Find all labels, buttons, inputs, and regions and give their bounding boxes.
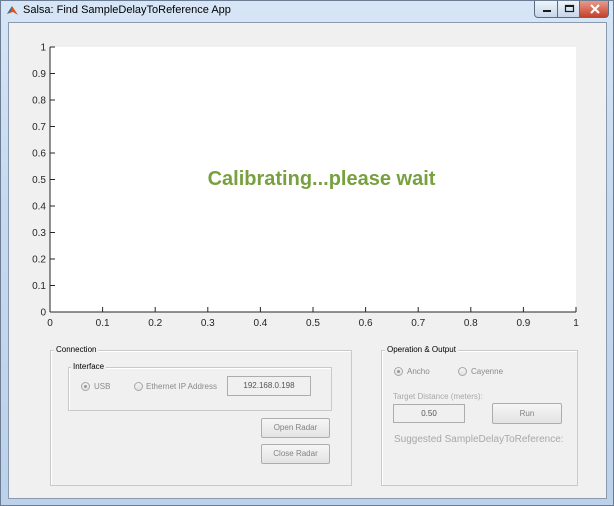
run-button[interactable]: Run <box>492 403 562 424</box>
cayenne-label: Cayenne <box>471 367 504 376</box>
y-tick-label: 0.7 <box>32 122 46 133</box>
connection-panel-title: Connection <box>54 345 99 354</box>
operation-panel-title: Operation & Output <box>385 345 458 354</box>
usb-label: USB <box>94 382 111 391</box>
x-tick-label: 0.1 <box>96 318 110 329</box>
x-tick-label: 1 <box>573 318 579 329</box>
cayenne-radio[interactable] <box>458 367 467 376</box>
target-distance-field[interactable]: 0.50 <box>393 404 465 423</box>
x-tick-label: 0.4 <box>253 318 267 329</box>
y-tick-label: 0.4 <box>32 202 46 213</box>
x-tick-label: 0.3 <box>201 318 215 329</box>
ancho-radio-dot <box>397 370 400 373</box>
y-tick-label: 0.8 <box>32 96 46 107</box>
x-tick-label: 0.9 <box>516 318 530 329</box>
y-tick-label: 0.1 <box>32 281 46 292</box>
x-tick-label: 0.8 <box>464 318 478 329</box>
y-tick-label: 0.9 <box>32 69 46 80</box>
y-tick-label: 0 <box>40 308 46 319</box>
ethernet-radio[interactable] <box>134 382 143 391</box>
ancho-label: Ancho <box>407 367 430 376</box>
x-tick-label: 0.2 <box>148 318 162 329</box>
ethernet-label: Ethernet IP Address <box>146 382 218 391</box>
y-tick-label: 0.5 <box>32 175 46 186</box>
y-tick-label: 0.3 <box>32 228 46 239</box>
y-tick-label: 1 <box>40 43 46 54</box>
interface-panel-title: Interface <box>71 362 107 371</box>
x-tick-label: 0 <box>47 318 53 329</box>
suggested-label: Suggested SampleDelayToReference: <box>394 434 564 445</box>
x-tick-label: 0.7 <box>411 318 425 329</box>
target-distance-label: Target Distance (meters): <box>393 392 483 401</box>
y-tick-label: 0.2 <box>32 255 46 266</box>
usb-radio[interactable] <box>81 382 90 391</box>
close-radar-button[interactable]: Close Radar <box>261 444 330 464</box>
x-tick-label: 0.6 <box>359 318 373 329</box>
x-tick-label: 0.5 <box>306 318 320 329</box>
y-tick-label: 0.6 <box>32 149 46 160</box>
ip-address-field[interactable]: 192.168.0.198 <box>227 376 311 396</box>
calibration-status: Calibrating...please wait <box>207 168 436 190</box>
ancho-radio[interactable] <box>394 367 403 376</box>
open-radar-button[interactable]: Open Radar <box>261 418 330 438</box>
usb-radio-dot <box>84 385 87 388</box>
